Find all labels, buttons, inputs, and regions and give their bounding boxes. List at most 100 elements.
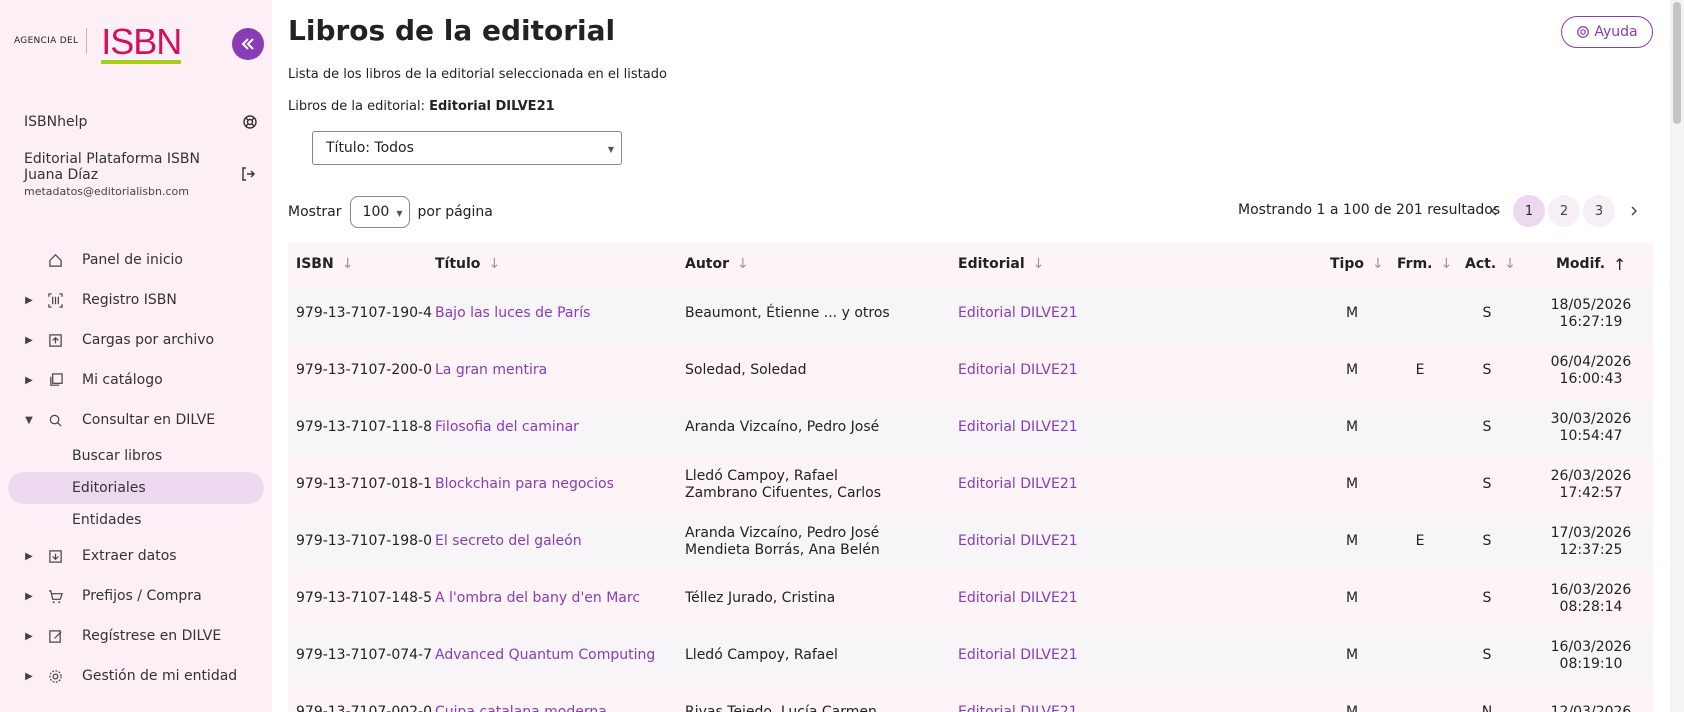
next-page-button[interactable] <box>1618 195 1650 227</box>
nav-label: Registro ISBN <box>82 292 177 308</box>
cell-titulo-link[interactable]: El secreto del galeón <box>435 533 582 550</box>
nav-gestion-entidad[interactable]: ▶ Gestión de mi entidad <box>22 658 262 694</box>
cell-editorial-link[interactable]: Editorial DILVE21 <box>958 305 1078 322</box>
cell-editorial-link[interactable]: Editorial DILVE21 <box>958 647 1078 664</box>
nav-cargas-archivo[interactable]: ▶ Cargas por archivo <box>22 322 262 358</box>
page-scrollbar[interactable] <box>1670 0 1684 712</box>
table-row[interactable]: 979-13-7107-200-0 La gran mentira Soleda… <box>288 342 1653 399</box>
cell-autor: Rivas Tejedo, Lucía Carmen <box>685 684 877 712</box>
sub-editoriales[interactable]: Editoriales <box>8 472 264 504</box>
nav-panel-inicio[interactable]: Panel de inicio <box>22 242 262 278</box>
caret-right-icon: ▶ <box>25 550 33 562</box>
modif-time: 08:28:14 <box>1559 598 1623 615</box>
cell-isbn: 979-13-7107-018-1 <box>296 476 433 492</box>
cell-modif: 06/04/2026 16:00:43 <box>1541 342 1641 399</box>
nav-mi-catalogo[interactable]: ▶ Mi catálogo <box>22 362 262 398</box>
th-titulo[interactable]: Título ↓ <box>435 243 500 285</box>
sort-arrow-icon: ↓ <box>1440 256 1453 272</box>
cell-act: S <box>1482 419 1492 435</box>
modif-time: 12:37:25 <box>1559 541 1623 558</box>
th-tipo[interactable]: Tipo ↓ <box>1330 243 1384 285</box>
cell-titulo-link[interactable]: Bajo las luces de París <box>435 305 590 322</box>
table-row[interactable]: 979-13-7107-018-1 Blockchain para negoci… <box>288 456 1653 513</box>
th-frm[interactable]: Frm. ↓ <box>1397 243 1452 285</box>
table-row[interactable]: 979-13-7107-002-0 Cuina catalana moderna… <box>288 684 1653 712</box>
cell-tipo: M <box>1345 305 1359 321</box>
page-button-1[interactable]: 1 <box>1513 195 1545 227</box>
nav-label: Gestión de mi entidad <box>82 668 238 684</box>
cell-editorial-link[interactable]: Editorial DILVE21 <box>958 362 1078 379</box>
title-filter-select[interactable]: Título: Todos ▼ <box>312 131 622 165</box>
logo-separator <box>86 28 88 54</box>
table-row[interactable]: 979-13-7107-190-4 Bajo las luces de Parí… <box>288 285 1653 342</box>
cell-tipo: M <box>1345 362 1359 378</box>
scrollbar-thumb[interactable] <box>1673 2 1681 124</box>
cell-titulo-link[interactable]: Blockchain para negocios <box>435 476 614 493</box>
cell-act: S <box>1482 362 1492 378</box>
cell-editorial-link[interactable]: Editorial DILVE21 <box>958 704 1078 712</box>
agency-logo[interactable]: AGENCIA DEL ISBN <box>14 21 182 64</box>
nav-consultar-dilve[interactable]: ▼ Consultar en DILVE <box>22 402 262 438</box>
cell-tipo: M <box>1345 533 1359 549</box>
cell-editorial-link[interactable]: Editorial DILVE21 <box>958 590 1078 607</box>
th-modif[interactable]: Modif. ↑ <box>1556 243 1626 285</box>
cell-titulo-link[interactable]: La gran mentira <box>435 362 547 379</box>
author-line: Aranda Vizcaíno, Pedro José <box>685 524 880 541</box>
isbnhelp-link[interactable]: ISBNhelp <box>24 114 258 130</box>
cell-titulo-link[interactable]: A l'ombra del bany d'en Marc <box>435 590 640 607</box>
th-isbn[interactable]: ISBN ↓ <box>296 243 353 285</box>
modif-date: 26/03/2026 <box>1550 467 1632 484</box>
catalog-icon <box>44 372 66 388</box>
caret-right-icon: ▶ <box>25 630 33 642</box>
table-row[interactable]: 979-13-7107-198-0 El secreto del galeón … <box>288 513 1653 570</box>
author-line: Zambrano Cifuentes, Carlos <box>685 484 882 501</box>
th-autor[interactable]: Autor ↓ <box>685 243 749 285</box>
modif-date: 18/05/2026 <box>1550 296 1632 313</box>
cell-isbn: 979-13-7107-074-7 <box>296 647 433 663</box>
table-row[interactable]: 979-13-7107-118-8 Filosofia del caminar … <box>288 399 1653 456</box>
table-row[interactable]: 979-13-7107-074-7 Advanced Quantum Compu… <box>288 627 1653 684</box>
sub-buscar-libros[interactable]: Buscar libros <box>8 440 264 472</box>
books-table: ISBN ↓ Título ↓ Autor ↓ Editorial ↓ Tipo ↓ Fr… <box>288 243 1653 712</box>
sub-label: Buscar libros <box>72 448 163 464</box>
pagination: 1 2 3 <box>1478 195 1650 227</box>
cell-titulo-link[interactable]: Advanced Quantum Computing <box>435 647 655 664</box>
cell-act: N <box>1481 704 1493 712</box>
table-row[interactable]: 979-13-7107-148-5 A l'ombra del bany d'e… <box>288 570 1653 627</box>
cell-editorial-link[interactable]: Editorial DILVE21 <box>958 533 1078 550</box>
cell-editorial-link[interactable]: Editorial DILVE21 <box>958 476 1078 493</box>
cell-editorial-link[interactable]: Editorial DILVE21 <box>958 419 1078 436</box>
page-button-2[interactable]: 2 <box>1548 195 1580 227</box>
prev-page-button[interactable] <box>1478 195 1510 227</box>
nav-prefijos-compra[interactable]: ▶ Prefijos / Compra <box>22 578 262 614</box>
user-info: Editorial Plataforma ISBN Juana Díaz met… <box>24 151 260 198</box>
cell-titulo-link[interactable]: Cuina catalana moderna <box>435 704 607 712</box>
logout-button[interactable] <box>240 166 256 186</box>
cell-act: S <box>1482 305 1492 321</box>
nav-label: Cargas por archivo <box>82 332 215 348</box>
logo-isbn-text: ISBN <box>101 21 182 64</box>
collapse-sidebar-button[interactable] <box>232 28 264 60</box>
cell-titulo-link[interactable]: Filosofia del caminar <box>435 419 579 436</box>
cell-act: S <box>1482 647 1492 663</box>
sidebar: AGENCIA DEL ISBN ISBNhelp Editorial Plat… <box>0 0 272 712</box>
sub-entidades[interactable]: Entidades <box>8 504 264 536</box>
page-button-3[interactable]: 3 <box>1583 195 1615 227</box>
author-line: Lledó Campoy, Rafael <box>685 647 838 663</box>
th-tipo-label: Tipo <box>1330 256 1364 272</box>
per-page-select[interactable]: 100 ▼ <box>349 196 410 228</box>
nav-extraer-datos[interactable]: ▶ Extraer datos <box>22 538 262 574</box>
table-header: ISBN ↓ Título ↓ Autor ↓ Editorial ↓ Tipo ↓ Fr… <box>288 243 1653 285</box>
author-line: Téllez Jurado, Cristina <box>685 590 836 606</box>
nav-registro-isbn[interactable]: ▶ Registro ISBN <box>22 282 262 318</box>
sort-arrow-icon: ↓ <box>488 256 501 272</box>
th-editorial[interactable]: Editorial ↓ <box>958 243 1044 285</box>
nav-label: Panel de inicio <box>82 252 183 268</box>
nav-registrese-dilve[interactable]: ▶ Regístrese en DILVE <box>22 618 262 654</box>
org-name: Editorial Plataforma ISBN <box>24 151 200 167</box>
modif-date: 17/03/2026 <box>1550 524 1632 541</box>
th-act[interactable]: Act. ↓ <box>1465 243 1516 285</box>
help-button[interactable]: Ayuda <box>1561 16 1653 48</box>
sort-arrow-up-icon: ↑ <box>1613 254 1627 274</box>
author-line: Aranda Vizcaíno, Pedro José <box>685 419 880 435</box>
